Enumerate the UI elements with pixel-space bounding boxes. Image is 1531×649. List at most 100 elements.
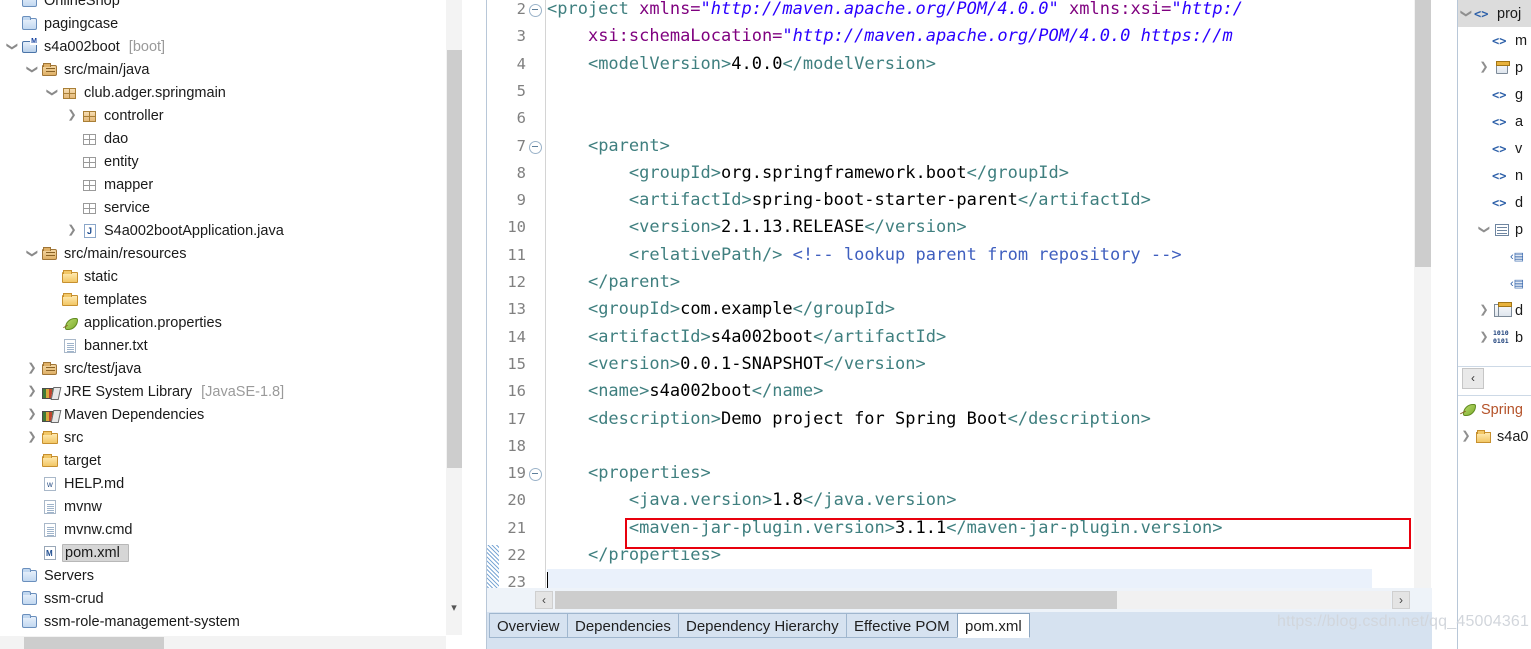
code-line[interactable]: <parent> xyxy=(547,133,670,160)
explorer-vertical-scroll-thumb[interactable] xyxy=(447,50,462,468)
chevron-right-icon[interactable] xyxy=(1476,62,1492,73)
tree-row[interactable]: controller xyxy=(0,104,448,127)
code-line[interactable]: <maven-jar-plugin.version>3.1.1</maven-j… xyxy=(547,515,1223,542)
boot-dashboard-row[interactable]: s4a0 xyxy=(1458,423,1531,450)
outline-row[interactable]: d xyxy=(1458,297,1531,324)
tree-row[interactable]: target xyxy=(0,449,448,472)
tree-row[interactable]: HELP.md xyxy=(0,472,448,495)
tree-row[interactable]: mapper xyxy=(0,173,448,196)
outline-row[interactable]: n xyxy=(1458,162,1531,189)
outline-row[interactable]: m xyxy=(1458,27,1531,54)
code-line[interactable]: <java.version>1.8</java.version> xyxy=(547,487,957,514)
outline-row[interactable]: g xyxy=(1458,81,1531,108)
editor-tab-pom-xml[interactable]: pom.xml xyxy=(957,613,1030,638)
editor-vertical-scrollbar[interactable]: ⌄ xyxy=(1414,0,1431,597)
tree-row[interactable]: club.adger.springmain xyxy=(0,81,448,104)
tree-row[interactable]: entity xyxy=(0,150,448,173)
outline-row[interactable]: v xyxy=(1458,135,1531,162)
code-line[interactable]: <modelVersion>4.0.0</modelVersion> xyxy=(547,51,936,78)
chevron-down-icon[interactable] xyxy=(1476,224,1492,235)
editor-horizontal-scroll-track[interactable] xyxy=(555,591,1391,609)
code-line[interactable]: </parent> xyxy=(547,269,680,296)
chevron-right-icon[interactable] xyxy=(64,225,80,236)
editor-scroll-right-button[interactable]: › xyxy=(1392,591,1410,609)
explorer-vertical-scrollbar[interactable]: ▾ xyxy=(446,0,462,635)
fold-toggle-icon[interactable] xyxy=(529,140,542,154)
outline-row[interactable]: proj xyxy=(1458,0,1531,27)
outline-row[interactable]: p xyxy=(1458,54,1531,81)
tree-row[interactable]: s4a002boot [boot] xyxy=(0,35,448,58)
tree-row[interactable]: mvnw xyxy=(0,495,448,518)
code-line[interactable]: <version>0.0.1-SNAPSHOT</version> xyxy=(547,351,926,378)
code-line[interactable]: <version>2.1.13.RELEASE</version> xyxy=(547,214,967,241)
editor-tab-overview[interactable]: Overview xyxy=(489,613,568,638)
editor-tab-dependencies[interactable]: Dependencies xyxy=(567,613,679,638)
editor-code-area[interactable]: <project xmlns="http://maven.apache.org/… xyxy=(547,0,1372,597)
code-line[interactable]: <artifactId>s4a002boot</artifactId> xyxy=(547,324,946,351)
outline-row[interactable] xyxy=(1458,270,1531,297)
chevron-down-icon[interactable] xyxy=(24,64,40,75)
tree-row[interactable]: pagingcase xyxy=(0,12,448,35)
chevron-down-icon[interactable] xyxy=(1458,8,1474,19)
chevron-right-icon[interactable] xyxy=(24,363,40,374)
tree-row[interactable]: src/main/resources xyxy=(0,242,448,265)
editor-vertical-scroll-thumb[interactable] xyxy=(1415,0,1431,267)
code-line[interactable]: <relativePath/> <!-- lookup parent from … xyxy=(547,242,1182,269)
tree-row[interactable]: src xyxy=(0,426,448,449)
editor-scroll-left-button[interactable]: ‹ xyxy=(535,591,553,609)
tree-row[interactable]: S4a002bootApplication.java xyxy=(0,219,448,242)
tree-row[interactable]: dao xyxy=(0,127,448,150)
tree-row[interactable]: ssm-crud xyxy=(0,587,448,610)
code-line[interactable]: <artifactId>spring-boot-starter-parent</… xyxy=(547,187,1151,214)
outline-row[interactable] xyxy=(1458,243,1531,270)
tree-row[interactable]: application.properties xyxy=(0,311,448,334)
code-line[interactable]: <groupId>org.springframework.boot</group… xyxy=(547,160,1069,187)
code-line[interactable]: <description>Demo project for Spring Boo… xyxy=(547,406,1151,433)
chevron-right-icon[interactable] xyxy=(1476,305,1492,316)
tree-row[interactable]: Maven Dependencies xyxy=(0,403,448,426)
tree-row[interactable]: OnlineShop xyxy=(0,0,448,12)
outline-row[interactable]: a xyxy=(1458,108,1531,135)
editor-tab-effective-pom[interactable]: Effective POM xyxy=(846,613,958,638)
explorer-horizontal-scroll-thumb[interactable] xyxy=(24,637,164,649)
chevron-down-icon[interactable] xyxy=(4,41,20,52)
code-line[interactable]: </properties> xyxy=(547,542,721,569)
tree-row[interactable]: src/main/java xyxy=(0,58,448,81)
code-line[interactable]: <properties> xyxy=(547,460,711,487)
tree-row[interactable]: src/test/java xyxy=(0,357,448,380)
chevron-right-icon[interactable] xyxy=(24,432,40,443)
project-tree[interactable]: OnlineShop pagingcase s4a002boot [boot] src/… xyxy=(0,0,448,649)
outline-row[interactable]: b xyxy=(1458,324,1531,351)
chevron-down-icon[interactable] xyxy=(24,248,40,259)
tree-row[interactable]: banner.txt xyxy=(0,334,448,357)
tree-row[interactable]: static xyxy=(0,265,448,288)
tree-row[interactable]: service xyxy=(0,196,448,219)
code-line[interactable]: <groupId>com.example</groupId> xyxy=(547,296,895,323)
tree-row[interactable]: Servers xyxy=(0,564,448,587)
collapse-panel-button[interactable]: ‹ xyxy=(1462,368,1484,389)
tree-row[interactable]: pom.xml xyxy=(0,541,448,564)
code-line[interactable]: xsi:schemaLocation="http://maven.apache.… xyxy=(547,23,1233,50)
chevron-right-icon[interactable] xyxy=(64,110,80,121)
boot-dashboard-view[interactable]: Spring s4a0 xyxy=(1458,395,1531,649)
explorer-horizontal-scrollbar[interactable] xyxy=(0,636,446,649)
editor-horizontal-scroll-thumb[interactable] xyxy=(555,591,1117,609)
tree-row[interactable]: mvnw.cmd xyxy=(0,518,448,541)
fold-toggle-icon[interactable] xyxy=(529,4,542,17)
editor-tab-dependency-hierarchy[interactable]: Dependency Hierarchy xyxy=(678,613,847,638)
explorer-scroll-down-icon[interactable]: ▾ xyxy=(446,600,462,617)
outline-view[interactable]: projmpgavndpdb xyxy=(1458,0,1531,365)
chevron-right-icon[interactable] xyxy=(1476,332,1492,343)
chevron-down-icon[interactable] xyxy=(44,87,60,98)
tree-row[interactable]: ssm-role-management-system xyxy=(0,610,448,633)
chevron-right-icon[interactable] xyxy=(24,386,40,397)
tree-row[interactable]: JRE System Library [JavaSE-1.8] xyxy=(0,380,448,403)
fold-toggle-icon[interactable] xyxy=(529,468,542,482)
outline-row[interactable]: p xyxy=(1458,216,1531,243)
chevron-right-icon[interactable] xyxy=(1458,431,1474,442)
code-line[interactable]: <name>s4a002boot</name> xyxy=(547,378,823,405)
chevron-right-icon[interactable] xyxy=(24,409,40,420)
tree-row[interactable]: templates xyxy=(0,288,448,311)
code-line[interactable]: <project xmlns="http://maven.apache.org/… xyxy=(547,0,1243,23)
outline-row[interactable]: d xyxy=(1458,189,1531,216)
